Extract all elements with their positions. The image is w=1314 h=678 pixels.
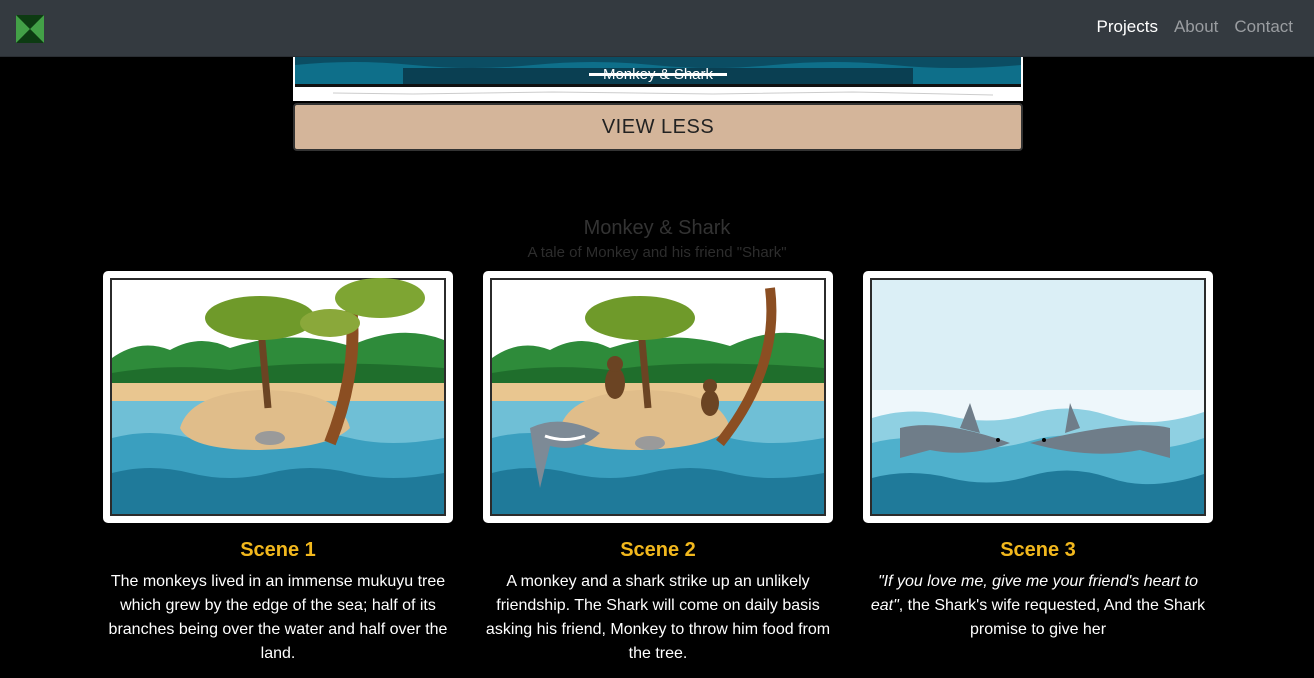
scene-2-image[interactable]	[483, 271, 833, 523]
nav-about-link[interactable]: About	[1174, 17, 1218, 37]
navbar: Projects About Contact	[0, 0, 1314, 57]
nav-links: Projects About Contact	[1097, 17, 1293, 37]
scene-1-image[interactable]	[103, 271, 453, 523]
view-less-button[interactable]: VIEW LESS	[293, 103, 1023, 151]
island-palm-scene-illustration	[110, 278, 446, 516]
scene-2-title: Scene 2	[620, 539, 696, 561]
two-sharks-sea-illustration	[870, 278, 1206, 516]
green-diamond-logo-icon[interactable]	[16, 15, 44, 43]
nav-projects-link[interactable]: Projects	[1097, 17, 1158, 37]
scene-3-text: , the Shark's wife requested, And the Sh…	[898, 597, 1206, 638]
monkey-shark-island-illustration	[490, 278, 826, 516]
section-title: Monkey & Shark	[583, 217, 731, 239]
scene-3-text-block: "If you love me, give me your friend's h…	[863, 570, 1213, 642]
scene-card-2: Scene 2 A monkey and a shark strike up a…	[483, 271, 833, 666]
caption-strike-line	[589, 73, 727, 76]
scene-2-text: A monkey and a shark strike up an unlike…	[485, 573, 831, 662]
scene-1-text: The monkeys lived in an immense mukuyu t…	[108, 573, 448, 662]
scene-3-title: Scene 3	[1000, 539, 1076, 561]
scene-card-3: Scene 3 "If you love me, give me your fr…	[863, 271, 1213, 642]
scene-card-1: Scene 1 The monkeys lived in an immense …	[103, 271, 453, 666]
nav-contact-link[interactable]: Contact	[1234, 17, 1293, 37]
expanded-project-card: Monkey & Shark	[293, 57, 1023, 101]
scene-3-image[interactable]	[863, 271, 1213, 523]
section-subtitle: A tale of Monkey and his friend "Shark"	[527, 244, 787, 261]
scene-1-title: Scene 1	[240, 539, 316, 561]
